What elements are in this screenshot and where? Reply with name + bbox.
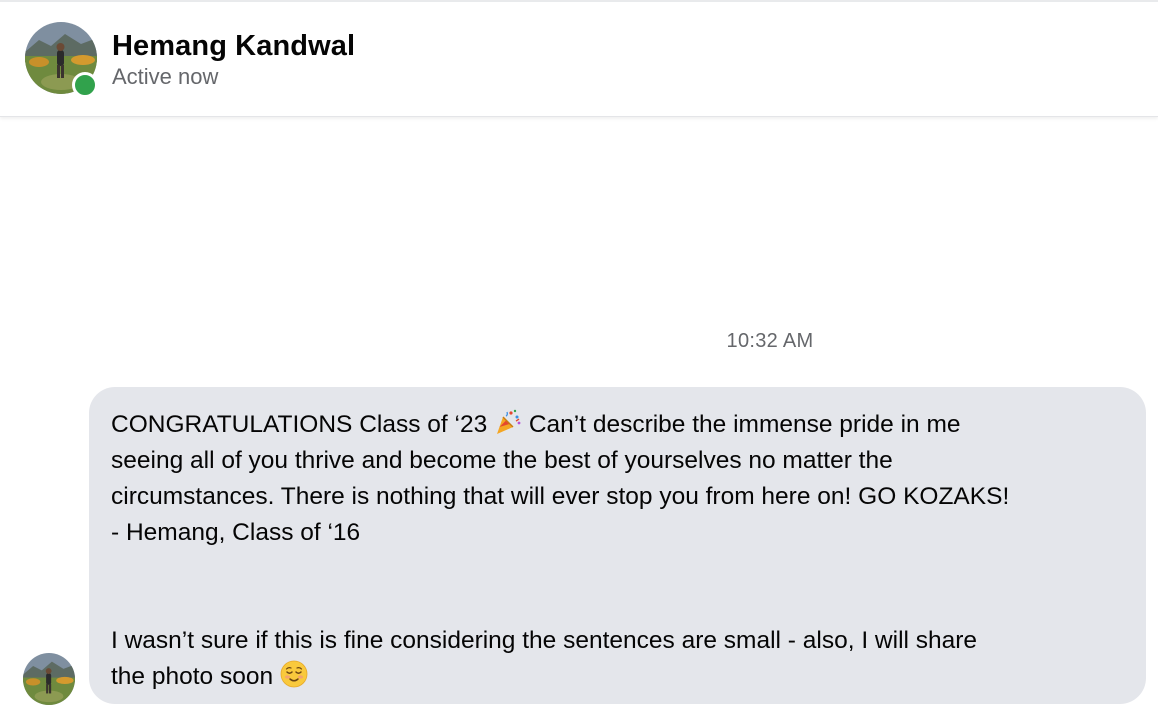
message-text: CONGRATULATIONS Class of ‘23	[111, 411, 495, 438]
contact-status: Active now	[112, 64, 219, 89]
sender-avatar[interactable]	[23, 653, 75, 705]
chat-window: Hemang Kandwal Active now 10:32 AM CONGR…	[0, 0, 1158, 716]
party-popper-emoji-icon	[494, 408, 522, 436]
message-timestamp: 10:32 AM	[726, 330, 814, 352]
message-line: circumstances. There is nothing that wil…	[111, 483, 1010, 510]
contact-name[interactable]: Hemang Kandwal	[112, 30, 355, 63]
message-line: seeing all of you thrive and become the …	[111, 447, 893, 474]
active-status-dot	[72, 72, 98, 98]
avatar-photo	[23, 653, 75, 705]
message-line: I wasn’t sure if this is fine considerin…	[111, 627, 978, 654]
message-text: the photo soon	[111, 663, 280, 690]
message-line: - Hemang, Class of ‘16	[111, 519, 361, 546]
message-bubble[interactable]: CONGRATULATIONS Class of ‘23 Can’t descr…	[89, 387, 1146, 704]
message-paragraph-gap	[111, 551, 1128, 623]
message-line: CONGRATULATIONS Class of ‘23 Can’t descr…	[111, 407, 1128, 443]
message-line: the photo soon	[111, 659, 1128, 695]
message-text: Can’t describe the immense pride in me	[522, 411, 961, 438]
chat-header: Hemang Kandwal Active now	[0, 2, 1158, 117]
relieved-face-emoji-icon	[280, 660, 308, 688]
